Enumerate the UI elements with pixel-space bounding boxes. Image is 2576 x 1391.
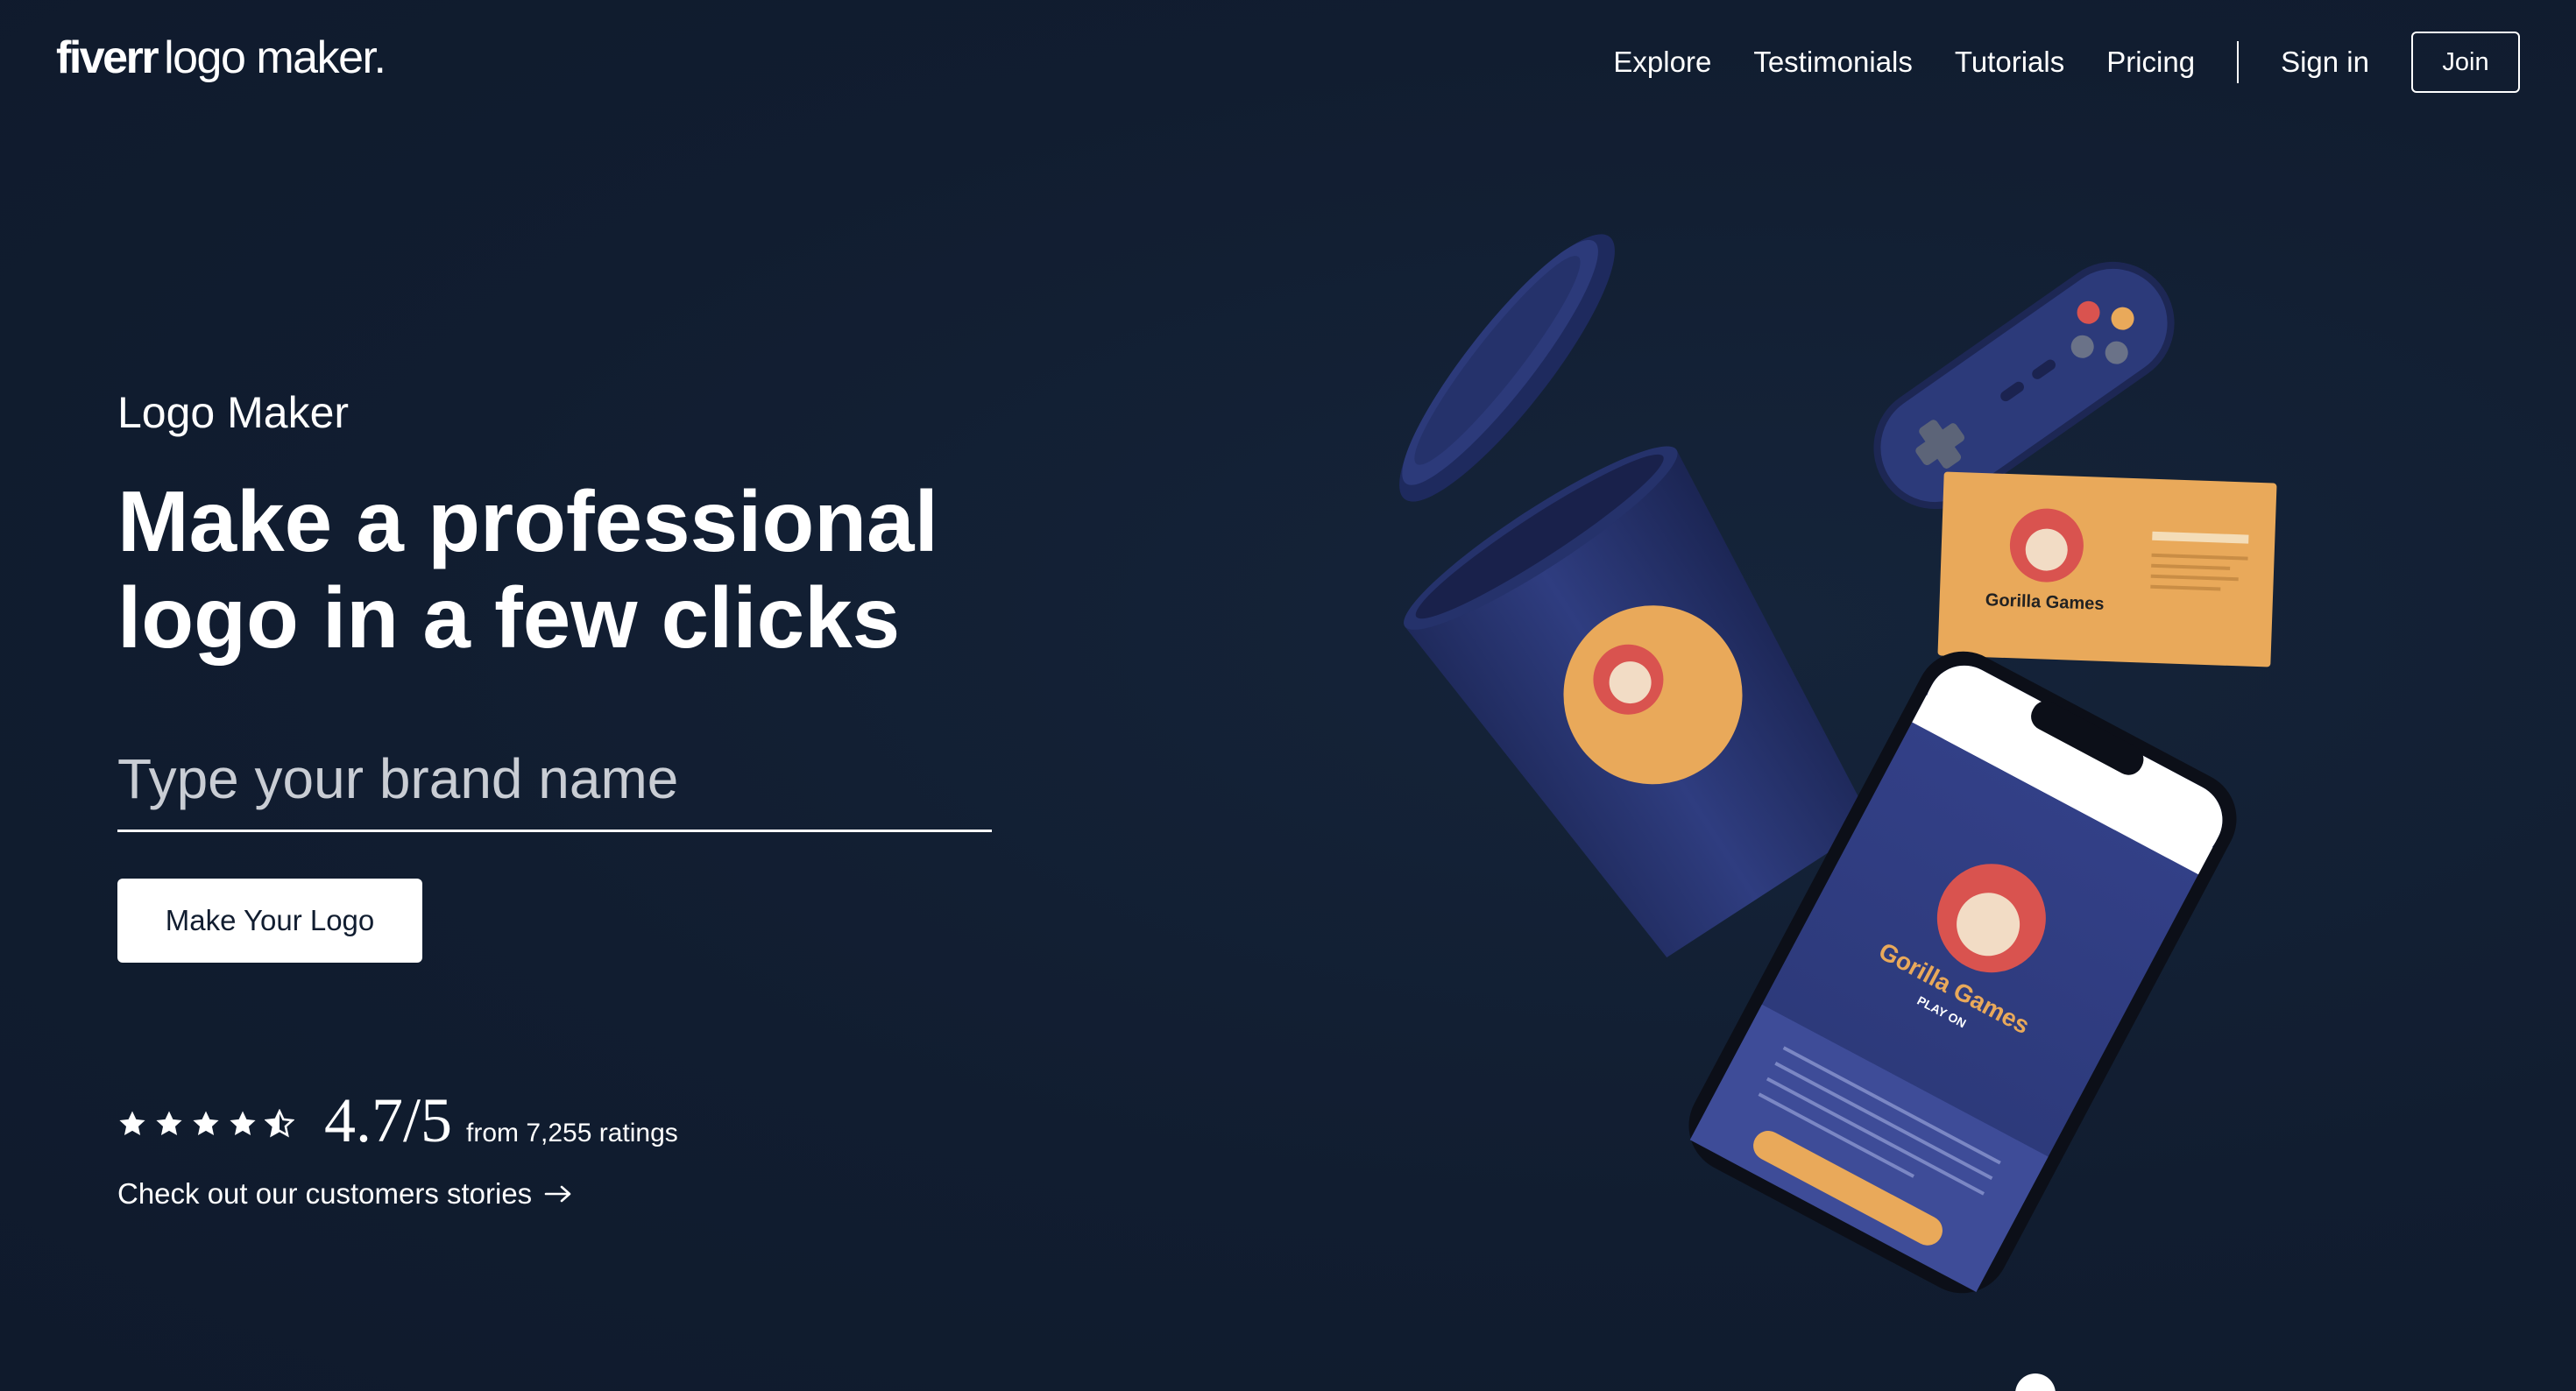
star-full-icon bbox=[119, 1111, 145, 1136]
hero-eyebrow: Logo Maker bbox=[117, 388, 350, 437]
fiverr-logo-maker-logo[interactable]: fiverr logo maker. bbox=[56, 32, 386, 84]
customer-stories-link[interactable]: Check out our customers stories bbox=[117, 1177, 574, 1211]
star-half-icon bbox=[265, 1109, 294, 1138]
nav-explore[interactable]: Explore bbox=[1613, 46, 1711, 79]
logo-brand: fiverr bbox=[56, 32, 159, 83]
main-nav: Explore Testimonials Tutorials Pricing S… bbox=[1613, 31, 2520, 94]
nav-tutorials[interactable]: Tutorials bbox=[1955, 46, 2064, 79]
bottom-partial-element bbox=[2015, 1373, 2056, 1391]
nav-pricing[interactable]: Pricing bbox=[2106, 46, 2195, 79]
customer-stories-label: Check out our customers stories bbox=[117, 1177, 533, 1210]
rating-summary: 4.7/5 from 7,255 ratings bbox=[117, 1084, 678, 1163]
rating-score: 4.7/5 bbox=[324, 1085, 453, 1155]
nav-divider bbox=[2237, 41, 2240, 83]
rating-count: from 7,255 ratings bbox=[466, 1119, 678, 1147]
star-full-icon bbox=[156, 1111, 182, 1136]
star-full-icon bbox=[230, 1111, 256, 1136]
arrow-right-icon bbox=[544, 1185, 571, 1203]
brand-mockup-illustration: Gorilla Games Gorilla Games PLAY ON bbox=[1399, 234, 2277, 1294]
join-button[interactable]: Join bbox=[2411, 32, 2520, 93]
logo-product: logo maker. bbox=[164, 32, 386, 83]
brand-name-input[interactable] bbox=[117, 727, 992, 832]
partial-avatar-icon bbox=[2015, 1373, 2056, 1391]
sign-in-link[interactable]: Sign in bbox=[2281, 46, 2369, 79]
nav-testimonials[interactable]: Testimonials bbox=[1753, 46, 1913, 79]
page: fiverr logo maker. Explore Testimonials … bbox=[0, 0, 2576, 1391]
rating-stars bbox=[117, 1109, 294, 1139]
hero-headline: Make a professional logo in a few clicks bbox=[117, 473, 938, 666]
business-card: Gorilla Games bbox=[1937, 471, 2277, 667]
star-full-icon bbox=[193, 1111, 219, 1136]
make-your-logo-button[interactable]: Make Your Logo bbox=[117, 879, 422, 963]
header: fiverr logo maker. Explore Testimonials … bbox=[0, 0, 2576, 124]
